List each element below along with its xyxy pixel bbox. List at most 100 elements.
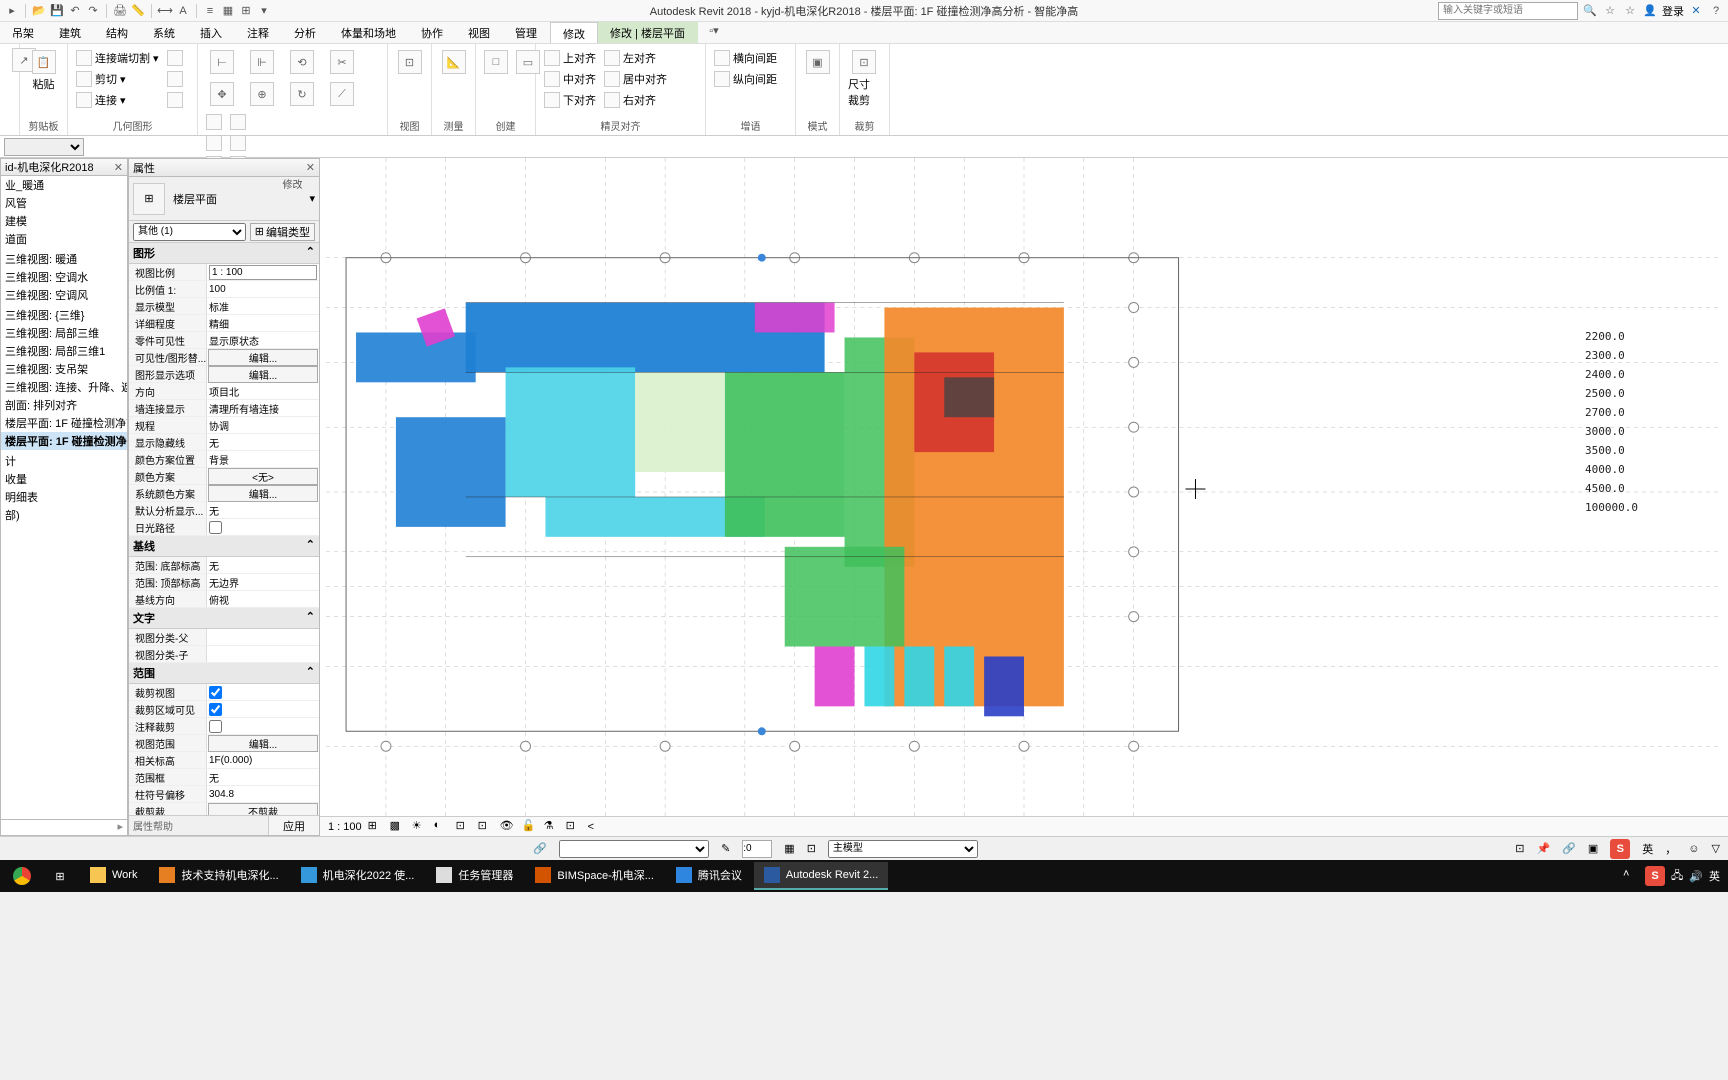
geom-c-button[interactable]	[165, 90, 185, 110]
align-top-button[interactable]: 上对齐	[542, 48, 598, 68]
tree-item[interactable]: 明细表	[1, 488, 127, 506]
user-icon[interactable]: 👤	[1642, 3, 1658, 19]
tab-modify[interactable]: 修改	[550, 22, 598, 43]
cut-button[interactable]: 剪切 ▾	[74, 69, 161, 89]
detail-level-icon[interactable]: ⊞	[368, 819, 384, 835]
analyze-icon[interactable]: ⚗	[544, 819, 560, 835]
property-value[interactable]	[207, 720, 319, 733]
tab-insert[interactable]: 插入	[188, 22, 235, 43]
chrome-icon[interactable]	[4, 862, 40, 890]
design-option-icon[interactable]: ⊡	[1515, 842, 1524, 855]
close-icon[interactable]: ✕	[114, 161, 123, 174]
tray-network-icon[interactable]: 🖧	[1671, 867, 1683, 886]
tab-view[interactable]: 视图	[456, 22, 503, 43]
tab-manage[interactable]: 管理	[503, 22, 550, 43]
tray-up-icon[interactable]: ˄	[1623, 868, 1639, 884]
trim-button[interactable]: ⟋	[324, 80, 360, 108]
tree-item[interactable]: 道面	[1, 230, 127, 248]
dropdown-icon[interactable]: ▾	[256, 3, 272, 19]
property-value[interactable]: 编辑...	[208, 735, 318, 752]
measure-button[interactable]: 📐	[438, 48, 469, 76]
tab-collab[interactable]: 协作	[409, 22, 456, 43]
emoji-icon[interactable]: ☺	[1688, 843, 1699, 855]
delete-button[interactable]	[228, 112, 248, 132]
array-button[interactable]	[204, 112, 224, 132]
property-value[interactable]	[207, 703, 319, 716]
instance-filter[interactable]: 其他 (1)	[133, 223, 246, 241]
sel-face-icon[interactable]: ▣	[1588, 842, 1598, 855]
exchange-icon[interactable]: ✕	[1688, 3, 1704, 19]
drawing-canvas[interactable]: 2200.02300.02400.02500.02700.03000.03500…	[320, 158, 1728, 816]
property-value[interactable]: 标准	[207, 299, 319, 314]
sogou-ime-icon[interactable]: S	[1610, 839, 1630, 859]
property-value[interactable]: <无>	[208, 468, 318, 485]
property-value[interactable]	[207, 521, 319, 534]
crop-icon[interactable]: ⊡	[456, 819, 472, 835]
geom-a-button[interactable]	[165, 48, 185, 68]
property-value[interactable]: 编辑...	[208, 349, 318, 366]
tree-item[interactable]: 三维视图: 空调风	[1, 286, 127, 304]
property-value[interactable]: 背景	[207, 452, 319, 467]
select-icon[interactable]: ✎	[721, 842, 730, 855]
tree-item[interactable]: 楼层平面: 1F 碰撞检测净高分	[1, 414, 127, 432]
taskbar-app[interactable]: 任务管理器	[426, 862, 523, 890]
print-icon[interactable]: 🖨	[112, 3, 128, 19]
tab-arch[interactable]: 建筑	[47, 22, 94, 43]
worksharing-icon[interactable]: ⊡	[566, 819, 582, 835]
search-input[interactable]	[1438, 2, 1578, 20]
tab-hanger[interactable]: 吊架	[0, 22, 47, 43]
dimension-icon[interactable]: ⟷	[157, 3, 173, 19]
thin-lines-icon[interactable]: ≡	[202, 3, 218, 19]
geom-b-button[interactable]	[165, 69, 185, 89]
tree-item[interactable]: 业_暖通	[1, 176, 127, 194]
crop-region-icon[interactable]: ⊡	[478, 819, 494, 835]
property-value[interactable]: 100	[207, 284, 319, 295]
property-group[interactable]: 文字⌃	[129, 608, 319, 629]
tab-mass[interactable]: 体量和场地	[329, 22, 409, 43]
type-selector[interactable]	[4, 138, 84, 156]
reveal-icon[interactable]: 🔓	[522, 819, 538, 835]
filter2-icon[interactable]: ▽	[1712, 842, 1720, 855]
link-icon[interactable]: 🔗	[533, 842, 547, 855]
measure-icon[interactable]: 📏	[130, 3, 146, 19]
tab-annotate[interactable]: 注释	[235, 22, 282, 43]
tree-item[interactable]: 三维视图: 暖通	[1, 250, 127, 268]
property-value[interactable]	[207, 265, 319, 280]
property-value[interactable]: 不剪裁	[208, 803, 318, 816]
property-value[interactable]: 俯视	[207, 592, 319, 607]
task-view-icon[interactable]: ⊞	[42, 862, 78, 890]
taskbar-app[interactable]: 腾讯会议	[666, 862, 752, 890]
sel-link-icon[interactable]: 🔗	[1562, 842, 1576, 855]
crop-size-button[interactable]: ⊡尺寸裁剪	[846, 48, 882, 110]
shadow-icon[interactable]: ◐	[434, 819, 450, 835]
property-group[interactable]: 基线⌃	[129, 536, 319, 557]
property-value[interactable]: 304.8	[207, 789, 319, 800]
apply-button[interactable]: 应用	[269, 816, 319, 835]
property-value[interactable]: 项目北	[207, 384, 319, 399]
align-left-button[interactable]: 左对齐	[602, 48, 669, 68]
main-model-selector[interactable]: 主模型	[828, 840, 978, 858]
tree-item[interactable]: 三维视图: {三维}	[1, 306, 127, 324]
paste-button[interactable]: 📋粘贴	[26, 48, 61, 94]
copy-button[interactable]: ⊕	[244, 80, 280, 108]
align-bot-button[interactable]: 下对齐	[542, 90, 598, 110]
sogou-tray-icon[interactable]: S	[1645, 866, 1665, 886]
split-button[interactable]: ✂	[324, 48, 360, 76]
offset-button[interactable]: ⊩	[244, 48, 280, 76]
close-icon[interactable]: ✕	[306, 161, 315, 174]
extend-button[interactable]	[228, 133, 248, 153]
open-icon[interactable]: 📂	[31, 3, 47, 19]
property-value[interactable]: 编辑...	[208, 485, 318, 502]
tree-item[interactable]: 计	[1, 452, 127, 470]
property-value[interactable]: 显示原状态	[207, 333, 319, 348]
tree-item[interactable]: 风管	[1, 194, 127, 212]
taskbar-app[interactable]: BIMSpace-机电深...	[525, 862, 664, 890]
tree-item[interactable]: 三维视图: 连接、升降、遮挡	[1, 378, 127, 396]
property-value[interactable]: 编辑...	[208, 366, 318, 383]
tree-item[interactable]: 部)	[1, 506, 127, 524]
property-value[interactable]: 无	[207, 435, 319, 450]
property-group[interactable]: 图形⌃	[129, 243, 319, 264]
horiz-spacing-button[interactable]: 横向间距	[712, 48, 779, 68]
create-a-button[interactable]: □	[482, 48, 510, 76]
tab-system[interactable]: 系统	[141, 22, 188, 43]
